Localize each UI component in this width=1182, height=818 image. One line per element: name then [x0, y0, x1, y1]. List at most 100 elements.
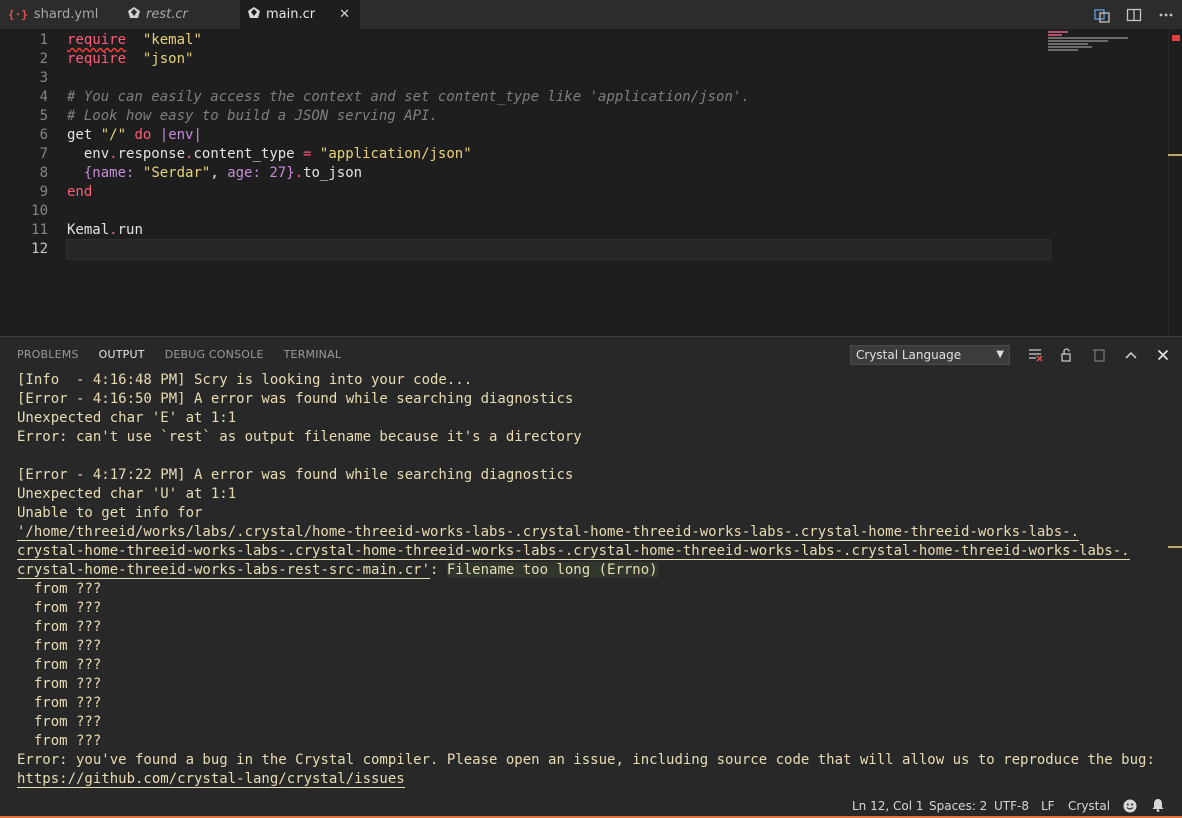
maximize-panel-icon[interactable] — [1120, 345, 1142, 365]
open-log-file-icon[interactable] — [1088, 345, 1110, 365]
code-token: . — [109, 222, 118, 238]
tab-rest-cr[interactable]: rest.cr — [120, 0, 240, 29]
code-line[interactable] — [67, 202, 1047, 221]
code-line[interactable] — [66, 239, 1051, 260]
file-path-link[interactable]: crystal-home-threeid-works-labs-.crystal… — [17, 543, 1130, 560]
tab-debug-console[interactable]: DEBUG CONSOLE — [165, 348, 264, 361]
line-number: 3 — [39, 70, 48, 86]
tab-label: rest.cr — [146, 7, 188, 22]
bell-icon[interactable] — [1150, 797, 1166, 816]
code-token: "/" — [100, 127, 127, 143]
log-line: [Error - 4:16:50 PM] A error was found w… — [17, 391, 574, 407]
code-token: # You can easily access the context and … — [67, 89, 750, 105]
code-editor[interactable]: 1 2 3 4 5 6 7 8 9 10 11 12 require "kemal" require "… — [0, 29, 1182, 336]
crystal-icon — [128, 7, 140, 22]
lock-scroll-icon[interactable] — [1056, 345, 1078, 365]
crystal-icon — [248, 7, 260, 22]
code-line[interactable]: env.response.content_type = "application… — [67, 145, 1047, 164]
code-token: "Serdar" — [142, 165, 211, 181]
editor-tab-bar: {·} shard.yml rest.cr main.cr ✕ — [0, 0, 1182, 29]
overview-marker — [1168, 154, 1182, 156]
overview-marker — [1168, 546, 1182, 548]
line-number: 6 — [39, 127, 48, 143]
clear-output-icon[interactable] — [1024, 345, 1046, 365]
stack-frame: from ??? — [17, 676, 102, 692]
stack-frame: from ??? — [17, 714, 102, 730]
end-of-line[interactable]: LF — [1041, 799, 1055, 813]
editor-scrollbar[interactable] — [1168, 29, 1182, 336]
code-line[interactable] — [67, 69, 1047, 88]
cursor-position[interactable]: Ln 12, Col 1 — [852, 799, 924, 813]
file-path-link[interactable]: '/home/threeid/works/labs/.crystal/home-… — [17, 524, 1080, 541]
code-token: | — [193, 127, 202, 143]
stack-frame: from ??? — [17, 695, 102, 711]
language-mode[interactable]: Crystal — [1068, 799, 1110, 813]
minimap[interactable] — [1048, 31, 1138, 61]
log-line: [Error - 4:17:22 PM] A error was found w… — [17, 467, 574, 483]
stack-frame: from ??? — [17, 638, 102, 654]
code-token: do — [134, 127, 152, 143]
line-number-gutter: 1 2 3 4 5 6 7 8 9 10 11 12 — [0, 31, 48, 259]
code-line[interactable]: # You can easily access the context and … — [67, 88, 1047, 107]
close-icon[interactable]: ✕ — [339, 7, 350, 22]
line-number: 9 — [39, 184, 48, 200]
code-token: env — [67, 146, 110, 162]
code-token: age: — [227, 165, 261, 181]
encoding[interactable]: UTF-8 — [994, 799, 1029, 813]
issues-link[interactable]: https://github.com/crystal-lang/crystal/… — [17, 771, 405, 788]
code-line[interactable]: {name: "Serdar", age: 27}.to_json — [67, 164, 1047, 183]
indentation[interactable]: Spaces: 2 — [929, 799, 987, 813]
line-number: 8 — [39, 165, 48, 181]
more-actions-icon[interactable] — [1156, 5, 1176, 25]
dropdown-caret-icon: ▼ — [996, 349, 1004, 360]
stack-frame: from ??? — [17, 657, 102, 673]
code-token: require — [67, 32, 127, 48]
code-token: require — [67, 51, 127, 67]
path-separator: : — [430, 562, 447, 578]
code-line[interactable]: require "kemal" — [67, 31, 1047, 50]
code-token: "kemal" — [142, 32, 202, 48]
output-log[interactable]: [Info - 4:16:48 PM] Scry is looking into… — [17, 371, 1167, 789]
error-highlight: Filename too long (Errno) — [446, 562, 658, 578]
open-changes-icon[interactable] — [1092, 5, 1112, 25]
code-line[interactable]: require "json" — [67, 50, 1047, 69]
file-path-link[interactable]: crystal-home-threeid-works-labs-rest-src… — [17, 562, 431, 579]
line-number: 5 — [39, 108, 48, 124]
code-token: content_type — [193, 146, 304, 162]
code-line[interactable]: get "/" do |env| — [67, 126, 1047, 145]
error-marker — [1172, 35, 1180, 41]
code-token: get — [67, 127, 101, 143]
tab-terminal[interactable]: TERMINAL — [284, 348, 342, 361]
tab-main-cr[interactable]: main.cr ✕ — [240, 0, 360, 29]
status-bar: Ln 12, Col 1 Spaces: 2 UTF-8 LF Crystal — [0, 796, 1182, 818]
code-line[interactable]: end — [67, 183, 1047, 202]
split-editor-icon[interactable] — [1124, 5, 1144, 25]
code-line[interactable]: # Look how easy to build a JSON serving … — [67, 107, 1047, 126]
line-number: 10 — [31, 203, 48, 219]
code-token: "json" — [142, 51, 194, 67]
code-line[interactable]: Kemal.run — [67, 221, 1047, 240]
tab-shard-yml[interactable]: {·} shard.yml — [0, 0, 120, 29]
code-token: run — [117, 222, 143, 238]
code-token: . — [294, 165, 304, 181]
code-area[interactable]: require "kemal" require "json" # You can e… — [66, 31, 1051, 260]
smiley-icon[interactable] — [1122, 798, 1138, 817]
code-token: name: — [92, 165, 135, 181]
panel-tabs: PROBLEMS OUTPUT DEBUG CONSOLE TERMINAL — [17, 348, 341, 361]
output-channel-select[interactable]: Crystal Language ▼ — [850, 345, 1010, 365]
code-token: "application/json" — [319, 146, 472, 162]
yaml-braces-icon: {·} — [8, 8, 28, 21]
code-token: to_json — [303, 165, 363, 181]
tab-problems[interactable]: PROBLEMS — [17, 348, 79, 361]
tab-output[interactable]: OUTPUT — [99, 348, 145, 361]
code-token: Kemal — [67, 222, 110, 238]
code-token: 27 — [269, 165, 287, 181]
stack-frame: from ??? — [17, 600, 102, 616]
output-scrollbar[interactable] — [1168, 337, 1182, 797]
